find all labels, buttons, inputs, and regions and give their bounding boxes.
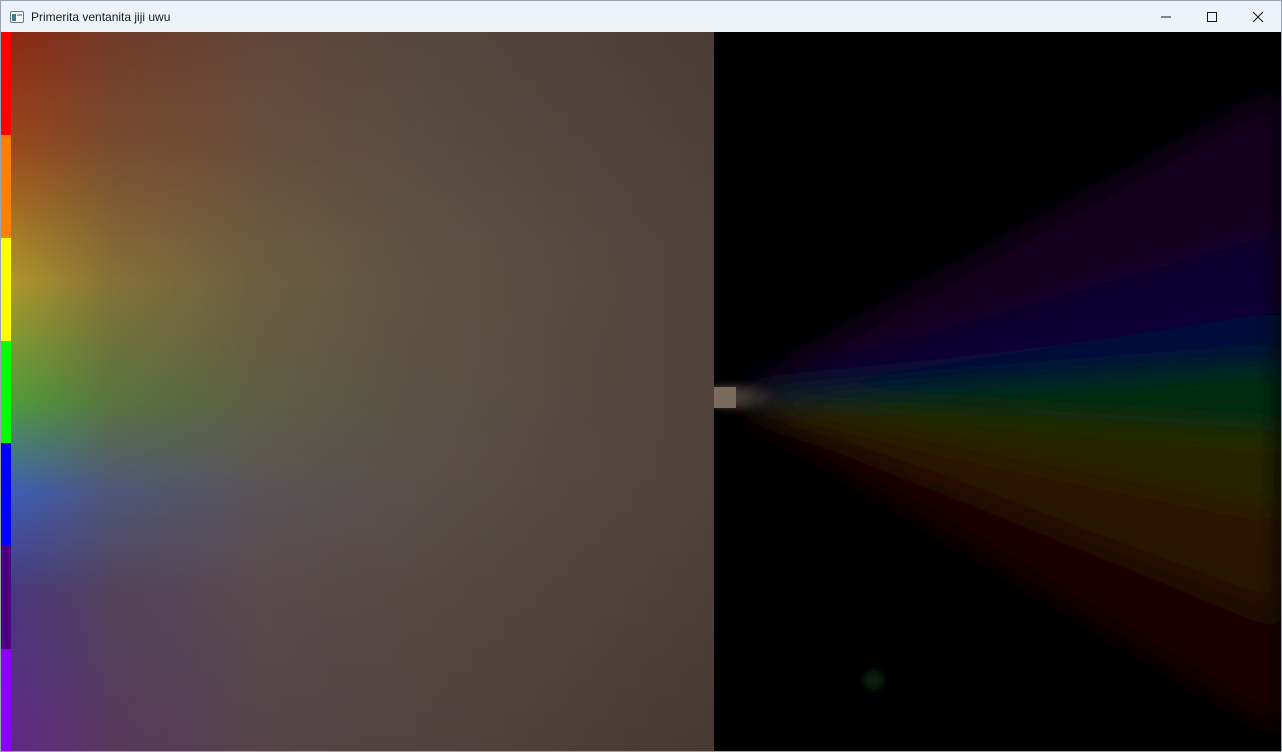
color-swatch-0 [1, 32, 11, 135]
app-icon[interactable] [10, 10, 24, 23]
maximize-button[interactable] [1189, 1, 1235, 32]
window-title: Primerita ventanita jiji uwu [31, 9, 171, 24]
color-swatch-1 [1, 134, 11, 238]
dark-panel [714, 32, 1281, 751]
app-window: Primerita ventanita jiji uwu [0, 0, 1282, 752]
color-swatch-2 [1, 237, 11, 341]
minimize-icon [1161, 16, 1171, 17]
render-canvas[interactable] [1, 32, 1281, 751]
color-swatch-4 [1, 443, 11, 547]
rainbow-color-strip [1, 32, 11, 751]
dispersion-beam [714, 92, 1281, 732]
color-swatch-3 [1, 340, 11, 444]
close-button[interactable] [1235, 1, 1281, 32]
light-source-panel [1, 32, 714, 751]
vertical-shade [1, 32, 714, 751]
light-slit [714, 387, 736, 408]
maximize-icon [1207, 11, 1217, 22]
close-icon [1252, 11, 1264, 22]
window-controls [1143, 1, 1281, 32]
title-bar[interactable]: Primerita ventanita jiji uwu [1, 1, 1281, 32]
color-swatch-6 [1, 649, 11, 751]
minimize-button[interactable] [1143, 1, 1189, 32]
color-swatch-5 [1, 546, 11, 650]
